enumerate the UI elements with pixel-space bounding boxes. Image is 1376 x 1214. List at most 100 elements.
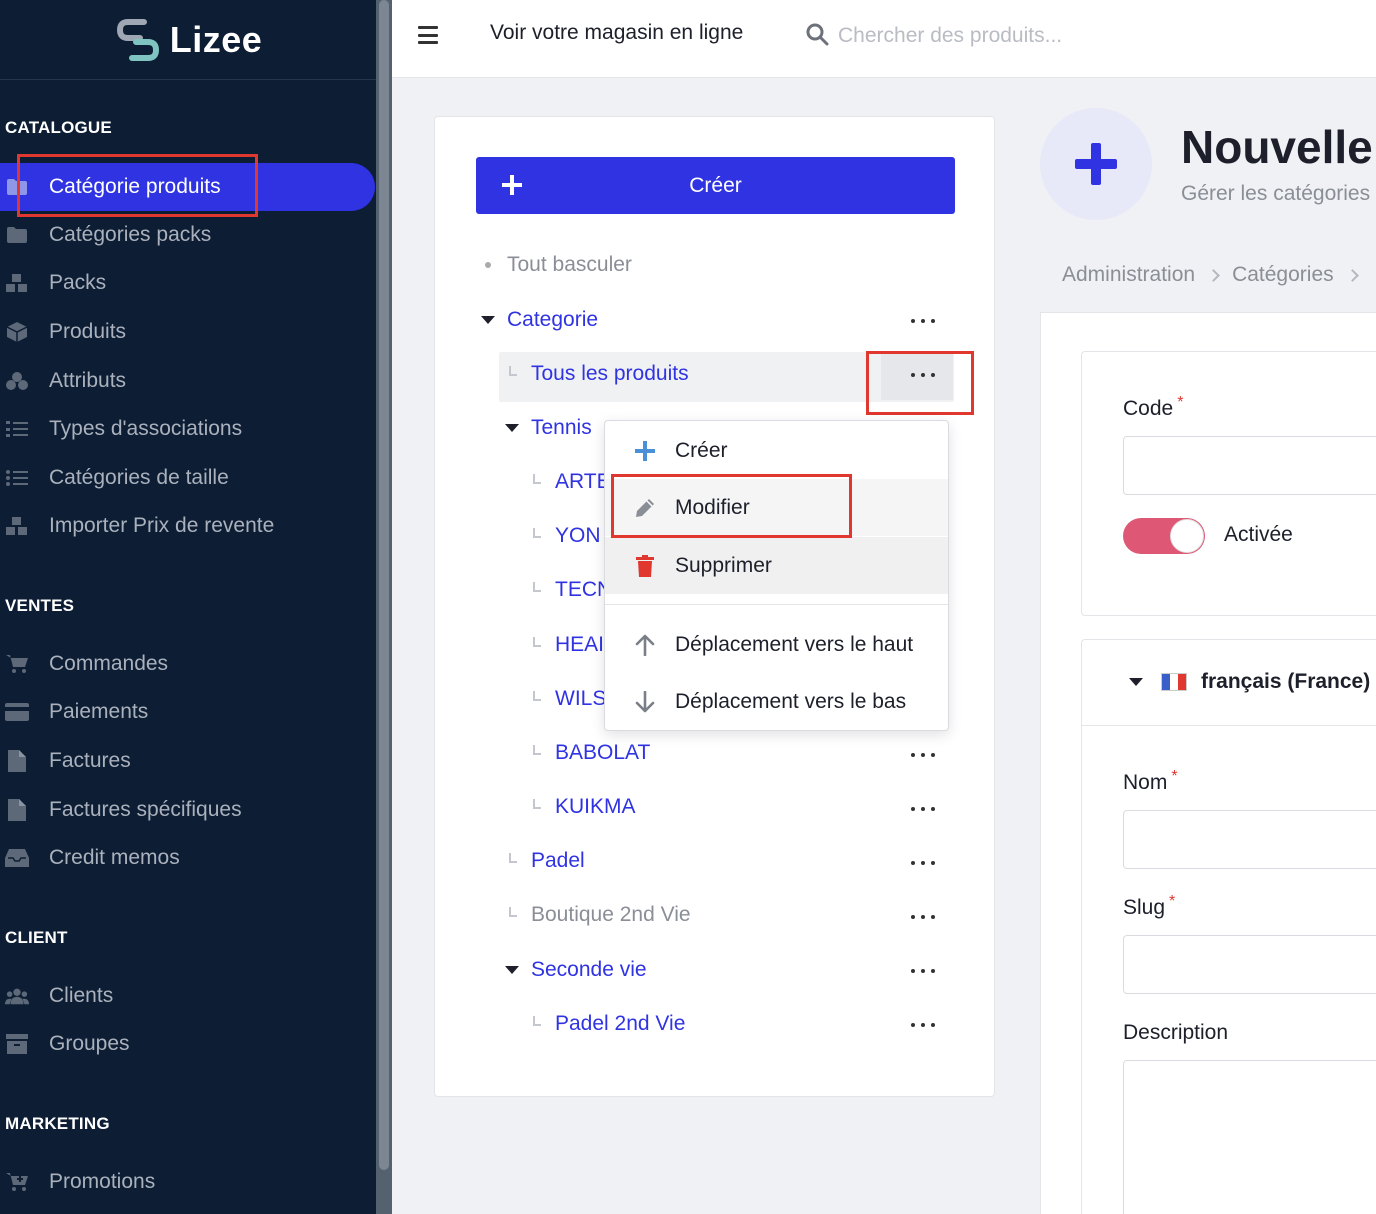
sidebar-item-label: Types d'associations [49,417,243,440]
tree-branch-icon [533,637,541,647]
page-title: Nouvelle c [1181,121,1376,173]
sidebar-item-categories-packs[interactable]: Catégories packs [0,212,376,258]
sidebar-item-factures-specifiques[interactable]: Factures spécifiques [0,787,376,833]
tree-node-babolat[interactable]: BABOLAT [529,729,729,777]
create-category-button[interactable]: Créer [476,157,955,214]
highlight-box-modifier [611,474,852,538]
enabled-label: Activée [1224,523,1293,546]
tree-node-padel-2nd-vie[interactable]: Padel 2nd Vie [529,1000,829,1048]
more-options-icon[interactable] [911,751,935,759]
sidebar-item-label: Groupes [49,1032,130,1055]
tree-branch-icon [533,745,541,755]
code-input[interactable] [1123,436,1376,495]
code-label: Code * [1123,394,1183,421]
file-icon [5,750,29,772]
description-textarea[interactable] [1123,1060,1376,1214]
tree-node-arte[interactable]: ARTE [529,458,605,506]
sidebar-item-attributs[interactable]: Attributs [0,358,376,404]
sidebar-scrollbar[interactable] [376,0,392,1214]
tree-node-yon[interactable]: YON [529,512,605,560]
tree-node-label[interactable]: ARTE [555,470,605,494]
enabled-toggle[interactable] [1123,518,1205,554]
arrow-down-icon [633,690,657,714]
tree-node-label[interactable]: Padel [531,849,585,873]
toggle-all-link[interactable]: Tout basculer [485,253,632,277]
tree-branch-icon [509,907,517,917]
more-options-icon[interactable] [911,967,935,975]
sidebar-item-label: Produits [49,320,127,343]
sidebar-item-paiements[interactable]: Paiements [0,689,376,735]
name-input[interactable] [1123,810,1376,869]
brand-logo[interactable]: Lizee [0,0,376,80]
caret-down-icon[interactable] [505,966,519,974]
sidebar-item-factures[interactable]: Factures [0,738,376,784]
sidebar-item-types-associations[interactable]: Types d'associations [0,406,376,452]
tree-node-label[interactable]: Tous les produits [531,362,689,386]
sidebar-item-importer-prix[interactable]: Importer Prix de revente [0,503,376,549]
more-options-icon[interactable] [911,1021,935,1029]
menu-item-supprimer[interactable]: Supprimer [605,537,948,594]
highlight-box-sidebar [17,154,258,217]
required-mark: * [1171,768,1178,785]
sidebar-item-packs[interactable]: Packs [0,260,376,306]
more-options-icon[interactable] [911,805,935,813]
tree-node-kuikma[interactable]: KUIKMA [529,783,729,831]
breadcrumb-administration[interactable]: Administration [1062,263,1195,287]
tree-branch-icon [533,1016,541,1026]
sidebar-item-promotions[interactable]: Promotions [0,1159,376,1205]
tree-node-label[interactable]: BABOLAT [555,741,650,765]
users-icon [5,986,29,1006]
more-options-icon[interactable] [911,317,935,325]
toggle-knob [1170,519,1204,553]
tree-node-heai[interactable]: HEAI [529,621,605,669]
tree-node-label[interactable]: KUIKMA [555,795,636,819]
tree-node-label[interactable]: WILS [555,687,605,711]
slug-input[interactable] [1123,935,1376,994]
tree-node-tecn[interactable]: TECN [529,566,605,614]
caret-down-icon[interactable] [481,316,495,324]
tree-node-label[interactable]: Tennis [531,416,592,440]
scrollbar-thumb[interactable] [379,0,389,1170]
caret-down-icon[interactable] [1129,678,1143,686]
caret-down-icon[interactable] [505,424,519,432]
sidebar-item-label: Attributs [49,369,127,392]
more-options-icon[interactable] [911,913,935,921]
tree-node-label[interactable]: Seconde vie [531,958,647,982]
tree-node-label[interactable]: Padel 2nd Vie [555,1012,685,1036]
sidebar-item-groupes[interactable]: Groupes [0,1021,376,1067]
tree-node-tous-les-produits[interactable]: Tous les produits [505,350,925,398]
tree-node-wils[interactable]: WILS [529,675,605,723]
sidebar-item-label: Clients [49,984,114,1007]
tree-node-label[interactable]: TECN [555,578,605,602]
more-options-icon[interactable] [911,859,935,867]
menu-item-move-down[interactable]: Déplacement vers le bas [605,673,948,730]
sidebar-item-categories-taille[interactable]: Catégories de taille [0,455,376,501]
lizee-logo-icon [116,18,159,61]
sidebar-item-label: Importer Prix de revente [49,514,275,537]
sidebar-item-credit-memos[interactable]: Credit memos [0,835,376,881]
tree-node-tennis[interactable]: Tennis [505,404,605,452]
sidebar-item-produits[interactable]: Produits [0,309,376,355]
tree-node-label[interactable]: Categorie [507,308,598,332]
sidebar-item-label: Commandes [49,652,169,675]
tree-node-label[interactable]: YON [555,524,601,548]
tree-node-label[interactable]: Boutique 2nd Vie [531,903,691,927]
language-label[interactable]: français (France) [1201,670,1370,694]
search-input[interactable] [838,18,1198,54]
tree-node-label[interactable]: HEAI [555,633,604,657]
tree-node-categorie[interactable]: Categorie [481,296,951,344]
menu-item-move-up[interactable]: Déplacement vers le haut [605,616,948,673]
tree-node-seconde-vie[interactable]: Seconde vie [505,946,805,994]
menu-toggle-icon[interactable] [418,26,438,44]
tree-node-padel[interactable]: Padel [505,837,705,885]
sidebar-item-commandes[interactable]: Commandes [0,641,376,687]
search-icon [805,22,829,51]
tree-node-boutique-2nd-vie[interactable]: Boutique 2nd Vie [505,891,805,939]
shop-link[interactable]: Voir votre magasin en ligne [490,21,743,45]
sidebar-item-label: Promotions [49,1170,156,1193]
menu-item-creer[interactable]: Créer [605,422,948,479]
breadcrumb-categories[interactable]: Catégories [1232,263,1334,287]
tree-branch-icon [533,799,541,809]
sidebar-item-clients[interactable]: Clients [0,973,376,1019]
breadcrumb: Administration Catégories [1062,263,1359,287]
